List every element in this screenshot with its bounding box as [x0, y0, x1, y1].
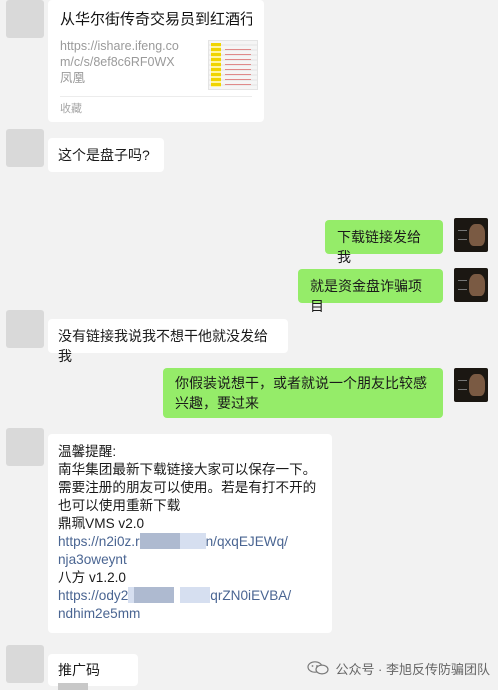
user-avatar[interactable] — [454, 268, 488, 302]
redacted-block — [179, 533, 206, 550]
app-name: 鼎珮VMS v2.0 — [58, 516, 145, 531]
notice-line: 需要注册的朋友可以使用。若是有打不开的 — [58, 480, 317, 495]
redacted-block — [180, 587, 211, 604]
contact-avatar[interactable] — [6, 428, 44, 466]
link-card-source: 凤凰 — [60, 71, 86, 85]
message-bubble[interactable]: 这个是盘子吗? — [48, 138, 164, 172]
redacted-block — [58, 683, 88, 690]
download-link-1-continued[interactable]: nja3oweynt — [58, 551, 322, 569]
link-card-url: https://ishare.ifeng.com/c/s/8ef8c6RF0WX — [60, 39, 179, 69]
watermark-text: 公众号 · 李旭反传防骗团队 — [335, 661, 490, 677]
notice-line: 南华集团最新下载链接大家可以保存一下。 — [58, 462, 317, 477]
message-text: 没有链接我说我不想干他就没发给我 — [58, 328, 268, 364]
link-card-title: 从华尔街传奇交易员到红酒行... — [60, 11, 252, 28]
link-card-footer: 收藏 — [60, 103, 82, 115]
message-bubble-sent[interactable]: 就是资金盘诈骗项目 — [298, 269, 443, 314]
download-link-1[interactable]: https://n2i0z.r n/qxqEJEWq/ — [58, 533, 322, 551]
redacted-block — [134, 587, 175, 604]
link-card-url-line: https://ishare.ifeng.com/c/s/8ef8c6RF0WX… — [60, 38, 190, 86]
user-avatar[interactable] — [454, 368, 488, 402]
wechat-icon — [307, 661, 330, 675]
message-text: 你假装说想干，或者就说一个朋友比较感兴趣，要过来 — [175, 375, 427, 411]
link-card-divider — [60, 96, 252, 97]
message-bubble[interactable]: 没有链接我说我不想干他就没发给我 — [48, 319, 288, 364]
promo-message[interactable]: 推广码 — [48, 654, 138, 690]
redacted-block — [139, 533, 180, 550]
chat-window: 从华尔街传奇交易员到红酒行... https://ishare.ifeng.co… — [0, 0, 498, 690]
promo-label: 推广码 — [58, 662, 100, 678]
message-bubble-sent[interactable]: 下载链接发给我 — [325, 220, 443, 265]
message-text: 就是资金盘诈骗项目 — [310, 278, 422, 314]
app-name: 八方 v1.2.0 — [58, 570, 126, 585]
contact-avatar[interactable] — [6, 129, 44, 167]
contact-avatar[interactable] — [6, 0, 44, 38]
message-text: 这个是盘子吗? — [58, 147, 150, 163]
link-card-thumbnail — [208, 40, 258, 90]
link-card-message[interactable]: 从华尔街传奇交易员到红酒行... https://ishare.ifeng.co… — [48, 0, 264, 122]
watermark: 公众号 · 李旭反传防骗团队 — [307, 656, 490, 680]
notice-line: 也可以使用重新下载 — [58, 498, 181, 513]
notice-message[interactable]: 温馨提醒: 南华集团最新下载链接大家可以保存一下。 需要注册的朋友可以使用。若是… — [48, 434, 332, 633]
contact-avatar[interactable] — [6, 645, 44, 683]
download-link-2[interactable]: https://ody2 qrZN0iEVBA/ — [58, 587, 322, 605]
message-text: 下载链接发给我 — [337, 229, 421, 265]
download-link-2-continued[interactable]: ndhim2e5mm — [58, 605, 322, 623]
user-avatar[interactable] — [454, 218, 488, 252]
message-bubble-sent[interactable]: 你假装说想干，或者就说一个朋友比较感兴趣，要过来 — [163, 368, 443, 418]
contact-avatar[interactable] — [6, 310, 44, 348]
notice-heading: 温馨提醒: — [58, 444, 117, 459]
